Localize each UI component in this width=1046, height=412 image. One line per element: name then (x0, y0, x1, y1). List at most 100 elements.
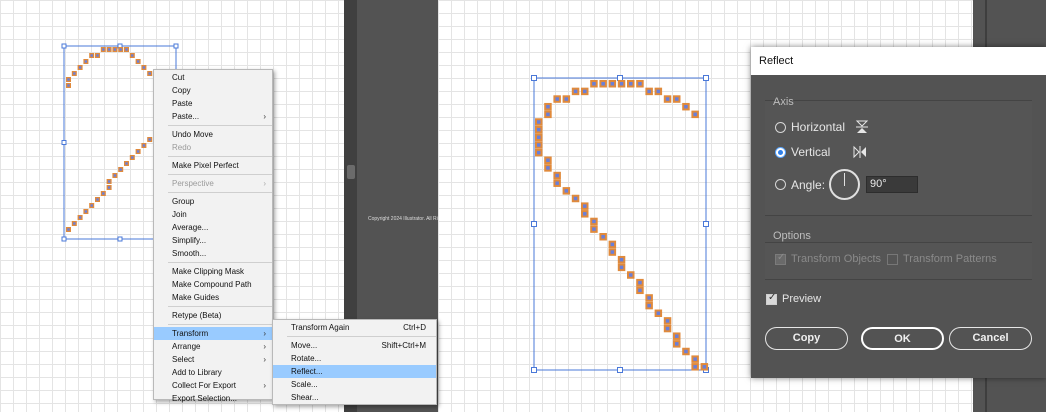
menu-item-make-guides[interactable]: Make Guides (154, 291, 272, 304)
radio-angle[interactable]: Angle: 90° (775, 169, 919, 200)
submenu-item-rotate[interactable]: Rotate... (273, 352, 436, 365)
pixel-anchor (96, 198, 99, 201)
submenu-item-reflect[interactable]: Reflect... (273, 365, 436, 378)
selection-handle (173, 43, 179, 49)
submenu-item-shear[interactable]: Shear... (273, 391, 436, 404)
pixel-anchor (647, 89, 651, 94)
pixel-anchor (583, 89, 587, 94)
menu-item-paste[interactable]: Paste (154, 97, 272, 110)
pixel-anchor (537, 135, 541, 140)
pixel-anchor (537, 120, 541, 124)
shortcut-label: Ctrl+D (403, 323, 426, 332)
menu-item-label: Select (172, 355, 195, 364)
pixel-anchor (546, 158, 550, 162)
checkbox (887, 253, 898, 265)
menu-item-paste-submenu[interactable]: Paste... › (154, 110, 272, 123)
menu-item-simplify[interactable]: Simplify... (154, 234, 272, 247)
radio-horizontal[interactable]: Horizontal (775, 119, 869, 135)
angle-dial-icon[interactable] (829, 169, 861, 200)
panel-collapse-handle[interactable] (347, 165, 355, 179)
pixel-anchor (647, 296, 651, 300)
menu-item-undo-move[interactable]: Undo Move (154, 128, 272, 141)
submenu-item-scale[interactable]: Scale... (273, 378, 436, 391)
transform-patterns-label: Transform Patterns (903, 253, 997, 265)
menu-separator (168, 324, 272, 325)
radio-horizontal-label: Horizontal (791, 120, 846, 134)
checkbox-checked[interactable]: ✓ (766, 292, 777, 305)
menu-item-add-to-library[interactable]: Add to Library (154, 366, 272, 379)
menu-item-make-pixel-perfect[interactable]: Make Pixel Perfect (154, 159, 272, 172)
pixel-anchor (148, 138, 151, 141)
menu-item-label: Collect For Export (172, 381, 237, 390)
axis-group-label: Axis (773, 96, 794, 108)
reflect-vertical-icon (853, 145, 867, 159)
menu-item-label: Rotate... (291, 354, 322, 363)
pixel-anchor (555, 181, 559, 185)
chevron-right-icon: › (263, 381, 266, 390)
pixel-anchor (107, 48, 111, 51)
pixel-anchor (564, 189, 569, 193)
menu-item-make-clipping-mask[interactable]: Make Clipping Mask (154, 265, 272, 278)
menu-item-copy[interactable]: Copy (154, 84, 272, 97)
menu-item-average[interactable]: Average... (154, 221, 272, 234)
chevron-right-icon: › (263, 355, 266, 364)
pixel-anchor (583, 204, 587, 208)
menu-item-make-compound-path[interactable]: Make Compound Path (154, 278, 272, 291)
menu-item-transform[interactable]: Transform › (154, 327, 272, 340)
menu-item-label: Shear... (291, 393, 319, 402)
pixel-anchor (78, 216, 82, 219)
pixel-anchor (564, 97, 569, 101)
pixel-anchor (131, 156, 134, 159)
menu-item-cut[interactable]: Cut (154, 71, 272, 84)
pixel-anchor (656, 89, 661, 94)
selection-handle (531, 367, 537, 373)
cancel-button[interactable]: Cancel (949, 327, 1032, 350)
checkbox-transform-patterns: Transform Patterns (887, 253, 997, 265)
radio-button-selected[interactable] (775, 146, 786, 158)
pixel-anchor (675, 97, 679, 101)
menu-item-export-selection[interactable]: Export Selection... (154, 392, 272, 405)
menu-item-group[interactable]: Group (154, 195, 272, 208)
menu-item-arrange[interactable]: Arrange › (154, 340, 272, 353)
radio-vertical[interactable]: Vertical (775, 145, 868, 159)
pixel-anchor (693, 112, 697, 117)
pixel-anchor (601, 235, 605, 239)
ok-button[interactable]: OK (861, 327, 944, 350)
menu-item-label: Reflect... (291, 367, 323, 376)
selection-handle (531, 221, 537, 227)
menu-item-perspective: Perspective › (154, 177, 272, 190)
angle-input[interactable]: 90° (866, 176, 919, 193)
dialog-title: Reflect (751, 47, 1046, 75)
menu-item-label: Move... (291, 341, 318, 350)
menu-item-join[interactable]: Join (154, 208, 272, 221)
transform-submenu: Transform Again Ctrl+D Move... Shift+Ctrl+… (272, 319, 437, 405)
pixel-anchor (96, 54, 99, 57)
selection-handle (117, 236, 123, 242)
pixel-anchor (610, 82, 615, 86)
menu-item-smooth[interactable]: Smooth... (154, 247, 272, 260)
pixel-anchor (684, 104, 688, 109)
pixel-anchor (90, 54, 93, 57)
menu-item-select[interactable]: Select › (154, 353, 272, 366)
menu-item-retype-beta[interactable]: Retype (Beta) (154, 309, 272, 322)
pixel-anchor (583, 212, 587, 216)
copy-button[interactable]: Copy (765, 327, 848, 350)
pixel-anchor (573, 196, 578, 201)
selection-handle (61, 140, 67, 145)
pixel-anchor (619, 265, 624, 270)
submenu-item-transform-again[interactable]: Transform Again Ctrl+D (273, 321, 436, 334)
pixel-anchor (84, 210, 88, 213)
pixel-anchor (702, 365, 707, 369)
pixel-anchor (629, 82, 633, 86)
radio-button[interactable] (775, 179, 786, 190)
submenu-item-move[interactable]: Move... Shift+Ctrl+M (273, 339, 436, 352)
menu-item-collect-for-export[interactable]: Collect For Export › (154, 379, 272, 392)
checkbox-preview[interactable]: ✓ Preview (766, 292, 821, 305)
selection-handle (61, 236, 67, 242)
radio-button[interactable] (775, 121, 786, 133)
pixel-anchor (638, 288, 642, 293)
menu-item-redo: Redo (172, 143, 192, 152)
pixel-anchor (142, 66, 146, 69)
pixel-anchor (675, 342, 679, 346)
radio-vertical-label: Vertical (791, 145, 831, 159)
